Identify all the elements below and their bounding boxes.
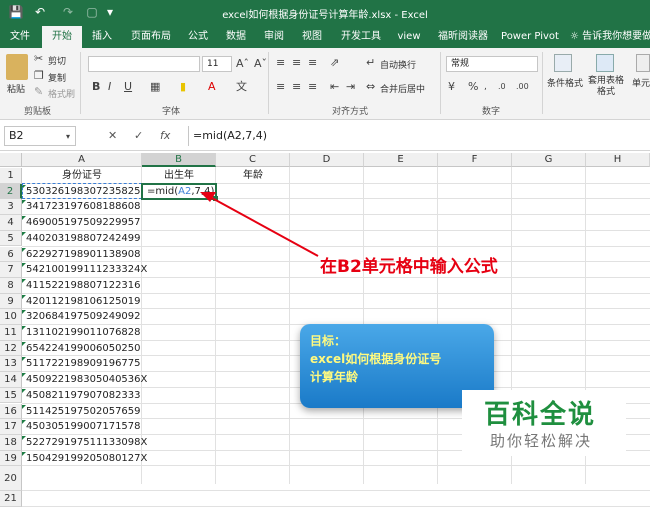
watermark: 百科全说 助你轻松解决 xyxy=(462,390,626,456)
callout-line-3: 计算年龄 xyxy=(310,370,359,384)
row-gridline xyxy=(22,490,650,492)
callout-line-1: 目标： xyxy=(310,334,347,348)
watermark-subtitle: 助你轻松解决 xyxy=(490,432,593,450)
annotation-text: 在B2单元格中输入公式 xyxy=(320,257,498,277)
row-header-21[interactable]: 21 xyxy=(0,491,22,507)
watermark-title: 百科全说 xyxy=(484,400,597,430)
arrow-line xyxy=(211,197,319,257)
callout-line-2: excel如何根据身份证号 xyxy=(310,352,442,366)
arrow-head xyxy=(200,192,216,202)
